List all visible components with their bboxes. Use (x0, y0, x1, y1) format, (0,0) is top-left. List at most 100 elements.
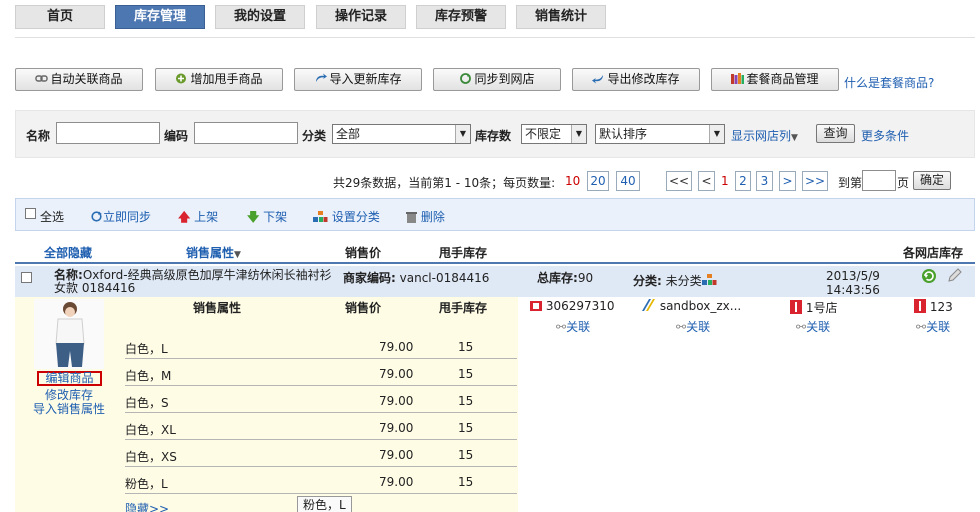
prev-page-button[interactable]: < (698, 171, 715, 191)
link-icon: ⚯ (916, 320, 927, 334)
shop-item: 123 (914, 299, 953, 314)
variant-stock: 15 (458, 367, 474, 381)
delete-label: 删除 (420, 210, 445, 224)
import-attrs-link[interactable]: 导入销售属性 (33, 400, 105, 417)
show-shop-column-label: 显示网店列 (731, 129, 792, 143)
bundle-manage-button[interactable]: 套餐商品管理 (711, 68, 839, 91)
auto-link-label: 自动关联商品 (50, 72, 123, 86)
price-header: 销售价 (345, 246, 382, 260)
variant-stock: 15 (458, 448, 474, 462)
stock-label: 库存数 (475, 129, 512, 143)
tab-operation-log[interactable]: 操作记录 (316, 5, 406, 29)
shop-link-button[interactable]: ⚯关联 (556, 318, 590, 335)
product-date: 2013/5/9 (826, 269, 880, 283)
code-input[interactable] (194, 122, 298, 144)
sales-attr-sort[interactable]: 销售属性▼ (186, 244, 241, 261)
link-icon (35, 75, 49, 82)
sort-select[interactable]: 默认排序 ▼ (595, 124, 725, 144)
stripes-icon (642, 299, 655, 311)
page-size-20[interactable]: 20 (587, 171, 609, 191)
show-shop-column-toggle[interactable]: 显示网店列▼ (731, 127, 798, 144)
category-select-value: 全部 (336, 127, 361, 141)
stock-select[interactable]: 不限定 ▼ (521, 124, 587, 144)
product-time: 14:43:56 (826, 283, 880, 297)
sync-shop-button[interactable]: 同步到网店 (433, 68, 561, 91)
set-category-button[interactable]: 设置分类 (313, 208, 380, 225)
refresh-icon[interactable] (921, 268, 937, 284)
variant-attr-header: 销售属性 (193, 301, 242, 315)
tab-home[interactable]: 首页 (15, 5, 105, 29)
shop-link-button[interactable]: ⚯关联 (796, 318, 830, 335)
variant-stock-header: 甩手库存 (439, 301, 488, 315)
delete-button[interactable]: 删除 (406, 208, 445, 225)
shop-link-label: 关联 (806, 320, 831, 334)
variant-row: 白色，M 79.00 15 (125, 359, 517, 386)
list-off-button[interactable]: 🡇 下架 (247, 208, 287, 229)
goto-confirm-button[interactable]: 确定 (913, 171, 951, 190)
current-page: 1 (721, 174, 729, 188)
caret-down-icon: ▼ (234, 250, 241, 260)
variant-price: 79.00 (379, 448, 414, 462)
list-on-button[interactable]: 🡅 上架 (178, 208, 218, 229)
variant-row: 粉色，L 79.00 15 (125, 467, 517, 494)
add-icon (176, 73, 187, 84)
refresh-icon (91, 211, 102, 222)
total-stock-value: 90 (577, 271, 594, 285)
variant-row: 白色，L 79.00 15 (125, 332, 517, 359)
page-2-link[interactable]: 2 (735, 171, 751, 191)
page-3-link[interactable]: 3 (756, 171, 773, 191)
edit-product-link[interactable]: 编辑商品 (37, 371, 102, 386)
sync-now-button[interactable]: 立即同步 (90, 208, 151, 225)
stock-select-value: 不限定 (525, 127, 562, 141)
shop-link-button[interactable]: ⚯关联 (916, 318, 950, 335)
export-modify-button[interactable]: 导出修改库存 (572, 68, 700, 91)
variant-price: 79.00 (379, 421, 414, 435)
chevron-down-icon: ▼ (709, 125, 724, 143)
code-label: 编码 (164, 129, 189, 143)
shop-stock-header: 各网店库存 (903, 246, 964, 260)
tab-inventory[interactable]: 库存管理 (115, 5, 205, 29)
category-select[interactable]: 全部 ▼ (332, 124, 471, 144)
tab-settings[interactable]: 我的设置 (215, 5, 305, 29)
variant-stock: 15 (458, 394, 474, 408)
query-button[interactable]: 查询 (816, 124, 855, 143)
product-checkbox[interactable] (21, 272, 32, 283)
caret-down-icon: ▼ (791, 133, 798, 143)
pencil-icon[interactable] (947, 268, 962, 283)
next-page-button[interactable]: > (779, 171, 796, 191)
shop-name: 1号店 (805, 301, 838, 315)
bag-icon (530, 301, 542, 311)
chevron-down-icon: ▼ (571, 125, 586, 143)
total-stock-label: 总库存: (537, 271, 578, 285)
variant-stock: 15 (458, 475, 474, 489)
tab-stock-alert[interactable]: 库存预警 (416, 5, 506, 29)
sales-attr-header: 销售属性 (186, 246, 235, 260)
link-icon: ⚯ (796, 320, 807, 334)
select-all-checkbox[interactable] (25, 208, 36, 219)
variant-attr: 白色，L (125, 342, 168, 356)
variant-row: 白色，S 79.00 15 (125, 386, 517, 413)
hide-all-link[interactable]: 全部隐藏 (44, 244, 92, 261)
goto-page-input[interactable] (862, 170, 896, 191)
merchant-code-value: vancl-0184416 (399, 271, 490, 285)
import-update-button[interactable]: 导入更新库存 (294, 68, 422, 91)
shop-link-button[interactable]: ⚯关联 (676, 318, 710, 335)
category-icon[interactable] (701, 274, 717, 286)
stock-header: 甩手库存 (439, 246, 488, 260)
hide-variants-link[interactable]: 隐藏>> (125, 500, 169, 512)
last-page-button[interactable]: >> (802, 171, 828, 191)
select-all-label: 全选 (40, 210, 65, 224)
variant-stock: 15 (458, 421, 474, 435)
tab-sales-stats[interactable]: 销售统计 (516, 5, 606, 29)
name-label: 名称 (26, 129, 51, 143)
page-size-40[interactable]: 40 (616, 171, 640, 191)
export-modify-label: 导出修改库存 (607, 72, 680, 86)
add-secondhand-button[interactable]: 增加甩手商品 (155, 68, 283, 91)
what-is-bundle-link[interactable]: 什么是套餐商品? (844, 74, 934, 91)
product-image (34, 299, 104, 369)
first-page-button[interactable]: << (666, 171, 692, 191)
name-input[interactable] (56, 122, 160, 144)
shop-link-label: 关联 (686, 320, 711, 334)
more-conditions-link[interactable]: 更多条件 (861, 127, 909, 144)
auto-link-button[interactable]: 自动关联商品 (15, 68, 143, 91)
